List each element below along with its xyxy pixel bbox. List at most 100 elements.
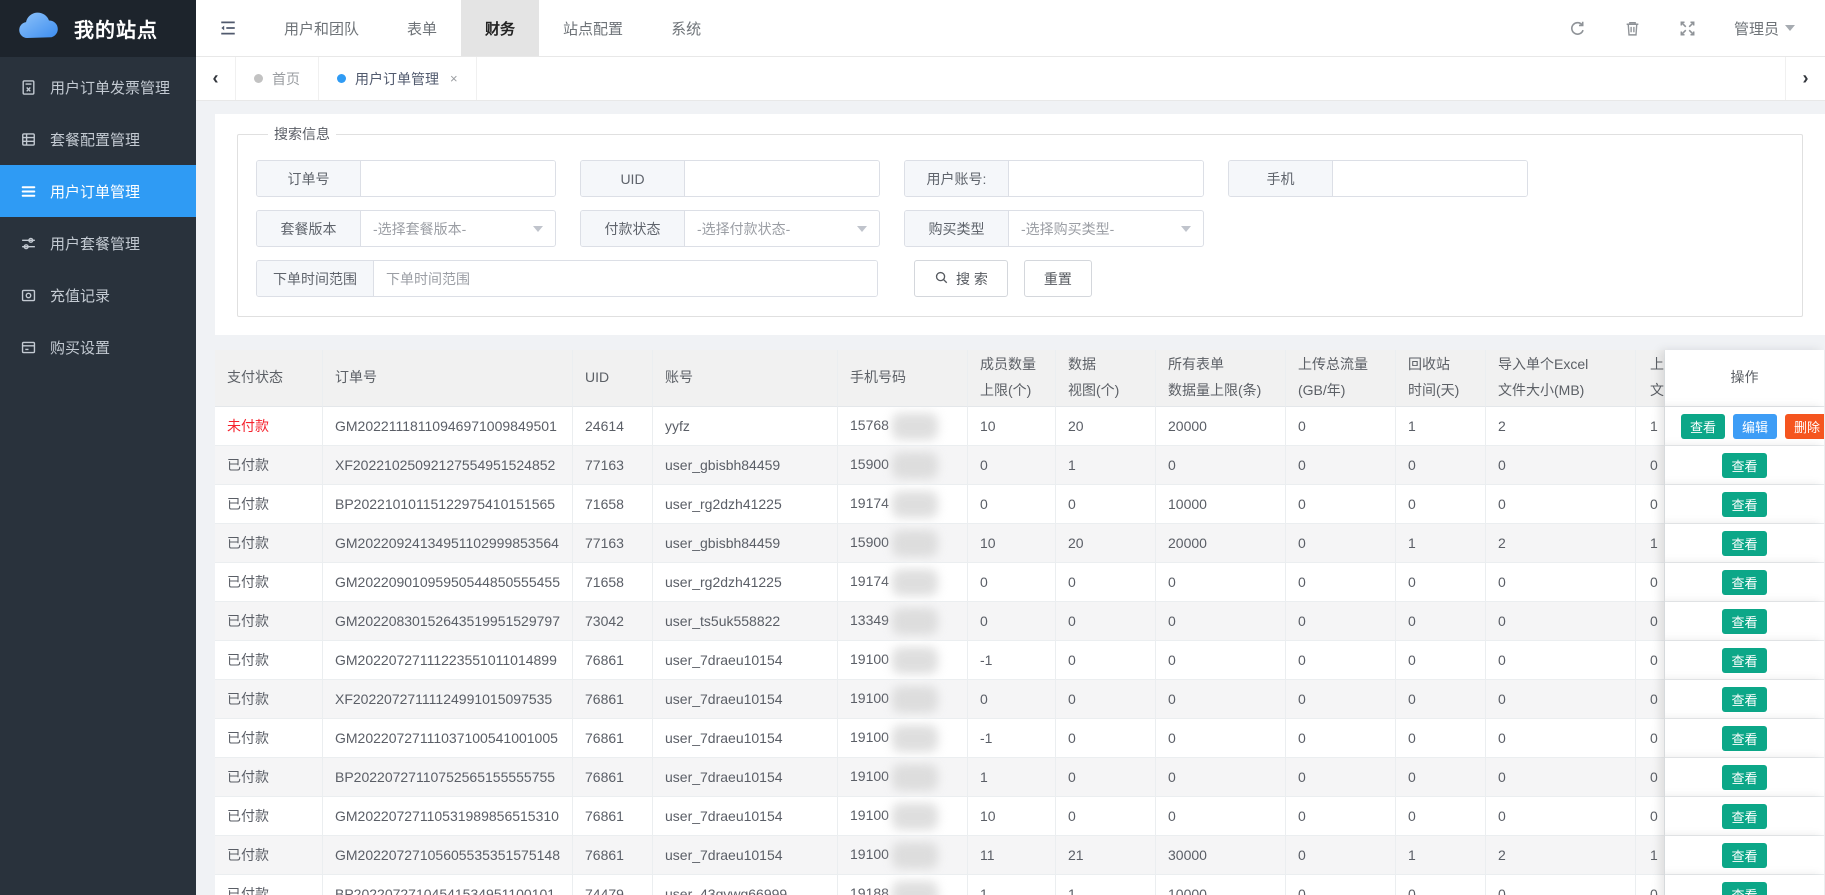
menu-fold-icon[interactable] bbox=[196, 0, 260, 56]
column-header-account: 账号 bbox=[653, 350, 838, 407]
cell-excel_size: 2 bbox=[1486, 836, 1636, 875]
cell-account: yyfz bbox=[653, 407, 838, 446]
uid-input[interactable] bbox=[685, 161, 879, 196]
trash-icon[interactable] bbox=[1624, 20, 1641, 37]
nav-item-system[interactable]: 系统 bbox=[647, 0, 725, 56]
mobile-input[interactable] bbox=[1333, 161, 1527, 196]
tabs-scroll-right-button[interactable]: › bbox=[1785, 57, 1825, 100]
cell-clipped: 0 bbox=[1636, 641, 1665, 680]
cell-recycle_days: 0 bbox=[1396, 680, 1486, 719]
purchase-type-select[interactable]: -选择购买类型- bbox=[1009, 211, 1203, 246]
cell-account: user_7draeu10154 bbox=[653, 797, 838, 836]
view-order-button[interactable]: 查看 bbox=[1722, 804, 1766, 829]
cell-uid: 76861 bbox=[573, 758, 653, 797]
sidebar-item-recharge-records[interactable]: 充值记录 bbox=[0, 269, 196, 321]
column-header-clipped: 上文 bbox=[1636, 350, 1665, 407]
tab-close-icon[interactable]: × bbox=[450, 71, 458, 86]
phone-redaction-blur bbox=[892, 608, 938, 635]
sidebar-item-order-invoice[interactable]: 用户订单发票管理 bbox=[0, 61, 196, 113]
view-order-button[interactable]: 查看 bbox=[1722, 726, 1766, 751]
view-order-button[interactable]: 查看 bbox=[1681, 414, 1725, 439]
cell-order_no: GM20220830152643519951529797 bbox=[323, 602, 573, 641]
tabs-scroll-left-button[interactable]: ‹ bbox=[196, 57, 236, 100]
admin-label: 管理员 bbox=[1734, 18, 1779, 39]
cell-form_data_limit: 0 bbox=[1156, 641, 1286, 680]
cell-clipped: 0 bbox=[1636, 602, 1665, 641]
phone-visible-digits: 13349 bbox=[850, 612, 889, 628]
cell-account: user_7draeu10154 bbox=[653, 680, 838, 719]
nav-item-users-teams[interactable]: 用户和团队 bbox=[260, 0, 383, 56]
cell-member_limit: 0 bbox=[968, 485, 1056, 524]
reset-button[interactable]: 重置 bbox=[1024, 260, 1092, 297]
table-row: 已付款BP2022072710454153495110010174479user… bbox=[215, 875, 1825, 895]
sidebar-item-user-orders[interactable]: 用户订单管理 bbox=[0, 165, 196, 217]
cell-account: user_43gvwg66999 bbox=[653, 875, 838, 895]
payment-status-select[interactable]: -选择付款状态- bbox=[685, 211, 879, 246]
orders-table-card: 支付状态订单号UID账号手机号码成员数量上限(个)数据视图(个)所有表单数据量上… bbox=[215, 350, 1825, 895]
admin-dropdown[interactable]: 管理员 bbox=[1734, 18, 1795, 39]
cell-account: user_ts5uk558822 bbox=[653, 602, 838, 641]
view-order-button[interactable]: 查看 bbox=[1722, 765, 1766, 790]
column-header-data_views: 数据视图(个) bbox=[1056, 350, 1156, 407]
view-order-button[interactable]: 查看 bbox=[1722, 882, 1766, 895]
cell-phone: 19100 bbox=[838, 797, 968, 836]
cell-recycle_days: 0 bbox=[1396, 602, 1486, 641]
mobile-field: 手机 bbox=[1228, 160, 1528, 197]
cell-upload_traffic: 0 bbox=[1286, 446, 1396, 485]
phone-redaction-blur bbox=[892, 530, 938, 557]
delete-order-button[interactable]: 删除 bbox=[1785, 414, 1825, 439]
cell-actions: 查看 bbox=[1665, 641, 1825, 680]
view-order-button[interactable]: 查看 bbox=[1722, 492, 1766, 517]
cell-upload_traffic: 0 bbox=[1286, 758, 1396, 797]
refresh-icon[interactable] bbox=[1569, 20, 1586, 37]
column-header-upload_traffic: 上传总流量(GB/年) bbox=[1286, 350, 1396, 407]
view-order-button[interactable]: 查看 bbox=[1722, 843, 1766, 868]
view-order-button[interactable]: 查看 bbox=[1722, 687, 1766, 712]
view-order-button[interactable]: 查看 bbox=[1722, 609, 1766, 634]
table-row: 已付款GM2022072711122355101101489976861user… bbox=[215, 641, 1825, 680]
sidebar-item-label: 用户套餐管理 bbox=[50, 233, 140, 254]
cell-upload_traffic: 0 bbox=[1286, 836, 1396, 875]
edit-order-button[interactable]: 编辑 bbox=[1733, 414, 1777, 439]
cell-order_no: GM20220924134951102999853564 bbox=[323, 524, 573, 563]
sidebar-item-label: 购买设置 bbox=[50, 337, 110, 358]
view-order-button[interactable]: 查看 bbox=[1722, 531, 1766, 556]
sidebar-item-label: 用户订单发票管理 bbox=[50, 77, 170, 98]
order-no-input[interactable] bbox=[361, 161, 555, 196]
cell-excel_size: 0 bbox=[1486, 719, 1636, 758]
cell-excel_size: 0 bbox=[1486, 602, 1636, 641]
cell-actions: 查看 bbox=[1665, 797, 1825, 836]
cell-recycle_days: 1 bbox=[1396, 836, 1486, 875]
cell-clipped: 1 bbox=[1636, 524, 1665, 563]
sidebar-item-user-packages[interactable]: 用户套餐管理 bbox=[0, 217, 196, 269]
plan-version-select[interactable]: -选择套餐版本- bbox=[361, 211, 555, 246]
table-row: 未付款GM2022111811094697100984950124614yyfz… bbox=[215, 407, 1825, 446]
sidebar-item-package-config[interactable]: 套餐配置管理 bbox=[0, 113, 196, 165]
column-header-order_no: 订单号 bbox=[323, 350, 573, 407]
cell-actions: 查看 bbox=[1665, 485, 1825, 524]
cell-member_limit: 0 bbox=[968, 446, 1056, 485]
cell-order_no: BP20221010115122975410151565 bbox=[323, 485, 573, 524]
view-order-button[interactable]: 查看 bbox=[1722, 570, 1766, 595]
tab-home[interactable]: 首页 bbox=[236, 57, 319, 100]
column-header-excel_size: 导入单个Excel文件大小(MB) bbox=[1486, 350, 1636, 407]
cell-status: 已付款 bbox=[215, 485, 323, 524]
site-logo[interactable]: 我的站点 bbox=[0, 0, 196, 57]
nav-item-forms[interactable]: 表单 bbox=[383, 0, 461, 56]
cell-phone: 19174 bbox=[838, 485, 968, 524]
sidebar-item-purchase-settings[interactable]: 购买设置 bbox=[0, 321, 196, 373]
cell-status: 已付款 bbox=[215, 836, 323, 875]
cell-upload_traffic: 0 bbox=[1286, 641, 1396, 680]
tab-user-order-management[interactable]: 用户订单管理× bbox=[319, 57, 477, 100]
order-time-range-input[interactable] bbox=[374, 261, 877, 296]
nav-item-site-config[interactable]: 站点配置 bbox=[539, 0, 647, 56]
cell-account: user_7draeu10154 bbox=[653, 836, 838, 875]
fullscreen-icon[interactable] bbox=[1679, 20, 1696, 37]
view-order-button[interactable]: 查看 bbox=[1722, 648, 1766, 673]
nav-item-finance[interactable]: 财务 bbox=[461, 0, 539, 56]
user-account-input[interactable] bbox=[1009, 161, 1203, 196]
cell-data_views: 0 bbox=[1056, 485, 1156, 524]
search-button[interactable]: 搜 索 bbox=[914, 260, 1008, 297]
phone-visible-digits: 19100 bbox=[850, 846, 889, 862]
view-order-button[interactable]: 查看 bbox=[1722, 453, 1766, 478]
